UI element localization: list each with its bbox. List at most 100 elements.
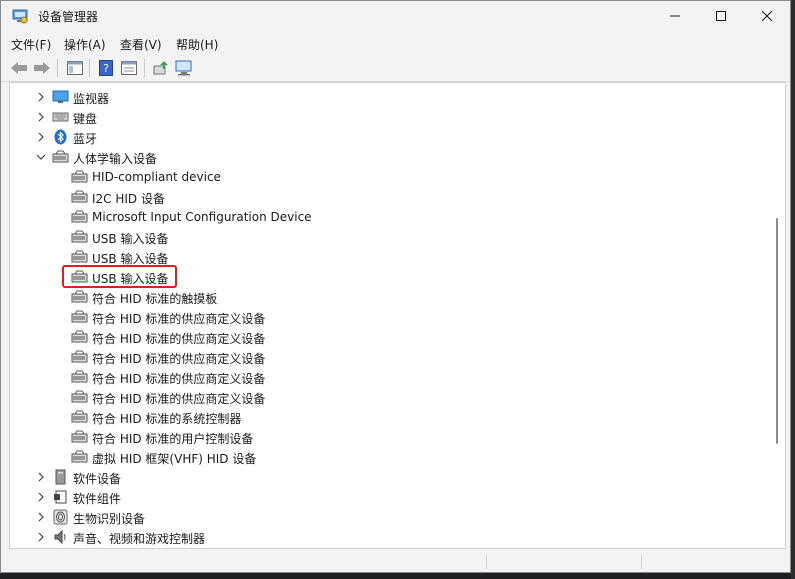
tree-device-item[interactable]: 符合 HID 标准的系统控制器 xyxy=(10,407,770,427)
tree-item-label: 虚拟 HID 框架(VHF) HID 设备 xyxy=(92,452,257,466)
software-device-icon xyxy=(55,469,66,485)
hid-icon xyxy=(71,170,88,183)
menu-bar: 文件(F) 操作(A) 查看(V) 帮助(H) xyxy=(1,31,790,55)
window-title: 设备管理器 xyxy=(38,10,99,24)
scan-hardware-button[interactable] xyxy=(174,58,194,78)
hid-icon xyxy=(52,150,69,163)
title-bar[interactable]: 设备管理器 xyxy=(1,1,790,31)
tree-item-label: 软件组件 xyxy=(73,492,122,506)
tree-category-keyboards[interactable]: 键盘 xyxy=(10,107,770,127)
status-divider xyxy=(641,555,642,569)
tree-category-sound-video-game[interactable]: 声音、视频和游戏控制器 xyxy=(10,527,770,547)
menu-view[interactable]: 查看(V) xyxy=(120,36,162,53)
toolbar-separator xyxy=(89,59,90,77)
forward-arrow-icon xyxy=(34,62,50,74)
chevron-right-icon[interactable] xyxy=(36,132,46,142)
vertical-scrollbar-thumb[interactable] xyxy=(776,218,778,444)
monitor-icon xyxy=(52,90,69,103)
hid-icon xyxy=(71,310,88,323)
help-button[interactable]: ? xyxy=(96,58,116,78)
tree-category-monitors[interactable]: 监视器 xyxy=(10,87,770,107)
menu-action[interactable]: 操作(A) xyxy=(64,36,106,53)
tree-device-item[interactable]: USB 输入设备 xyxy=(10,227,770,247)
tree-item-label: 键盘 xyxy=(73,112,98,126)
software-component-icon xyxy=(54,490,67,504)
tree-item-label: 监视器 xyxy=(73,92,110,106)
chevron-right-icon[interactable] xyxy=(36,92,46,102)
chevron-right-icon[interactable] xyxy=(36,532,46,542)
tree-device-item[interactable]: USB 输入设备 xyxy=(10,247,770,267)
update-driver-button[interactable] xyxy=(151,58,171,78)
tree-device-item[interactable]: 虚拟 HID 框架(VHF) HID 设备 xyxy=(10,447,770,467)
tree-device-item[interactable]: I2C HID 设备 xyxy=(10,187,770,207)
properties-icon xyxy=(121,61,137,75)
minimize-icon xyxy=(670,15,680,17)
tree-device-item[interactable]: Microsoft Input Configuration Device xyxy=(10,207,770,227)
chevron-right-icon[interactable] xyxy=(36,512,46,522)
red-highlight-box xyxy=(62,265,177,288)
tree-item-label: 符合 HID 标准的用户控制设备 xyxy=(92,432,254,446)
desktop-background xyxy=(0,573,795,579)
tree-item-label: 声音、视频和游戏控制器 xyxy=(73,532,206,546)
bluetooth-icon xyxy=(54,129,67,145)
tree-item-label: 软件设备 xyxy=(73,472,122,486)
biometric-icon xyxy=(53,509,68,525)
tree-device-item[interactable]: 符合 HID 标准的供应商定义设备 xyxy=(10,307,770,327)
tree-device-item[interactable]: 符合 HID 标准的供应商定义设备 xyxy=(10,347,770,367)
tree-category-software-components[interactable]: 软件组件 xyxy=(10,487,770,507)
tree-device-item[interactable]: 符合 HID 标准的供应商定义设备 xyxy=(10,387,770,407)
tree-item-label: 符合 HID 标准的供应商定义设备 xyxy=(92,332,266,346)
back-button[interactable] xyxy=(9,58,29,78)
tree-category-bluetooth[interactable]: 蓝牙 xyxy=(10,127,770,147)
hid-icon xyxy=(71,210,88,223)
tree-item-label: Microsoft Input Configuration Device xyxy=(92,210,312,224)
device-manager-window: 设备管理器 文件(F) 操作(A) 查看(V) 帮助(H) ? 监视器 键盘 蓝… xyxy=(0,0,791,573)
tree-category-hid[interactable]: 人体学输入设备 xyxy=(10,147,770,167)
chevron-right-icon[interactable] xyxy=(36,112,46,122)
hid-icon xyxy=(71,430,88,443)
hid-icon xyxy=(71,190,88,203)
keyboard-icon xyxy=(52,112,69,122)
show-hide-console-tree-button[interactable] xyxy=(65,58,85,78)
tree-device-item[interactable]: HID-compliant device xyxy=(10,167,770,187)
tree-item-label: USB 输入设备 xyxy=(92,232,169,246)
hid-icon xyxy=(71,250,88,263)
tree-device-item[interactable]: 符合 HID 标准的供应商定义设备 xyxy=(10,327,770,347)
chevron-right-icon[interactable] xyxy=(36,472,46,482)
back-arrow-icon xyxy=(11,62,27,74)
tree-category-software-devices[interactable]: 软件设备 xyxy=(10,467,770,487)
tree-item-label: 符合 HID 标准的系统控制器 xyxy=(92,412,242,426)
tree-device-item[interactable]: 符合 HID 标准的触摸板 xyxy=(10,287,770,307)
tree-item-label: 符合 HID 标准的供应商定义设备 xyxy=(92,352,266,366)
maximize-button[interactable] xyxy=(698,1,744,31)
menu-help[interactable]: 帮助(H) xyxy=(176,36,218,53)
hid-icon xyxy=(71,330,88,343)
forward-button[interactable] xyxy=(32,58,52,78)
close-button[interactable] xyxy=(744,1,790,31)
tree-category-biometric[interactable]: 生物识别设备 xyxy=(10,507,770,527)
properties-button[interactable] xyxy=(119,58,139,78)
hid-icon xyxy=(71,230,88,243)
minimize-button[interactable] xyxy=(652,1,698,31)
tree-device-item[interactable]: 符合 HID 标准的供应商定义设备 xyxy=(10,367,770,387)
menu-file[interactable]: 文件(F) xyxy=(11,36,51,53)
hid-icon xyxy=(71,450,88,463)
chevron-down-icon[interactable] xyxy=(36,152,46,162)
update-driver-icon xyxy=(153,61,168,75)
tree-item-label: HID-compliant device xyxy=(92,170,221,184)
hid-icon xyxy=(71,410,88,423)
device-tree[interactable]: 监视器 键盘 蓝牙 人体学输入设备 HID-compliant device I xyxy=(9,82,786,549)
status-divider xyxy=(486,555,487,569)
hid-icon xyxy=(71,350,88,363)
hid-icon xyxy=(71,370,88,383)
close-icon xyxy=(762,11,772,21)
chevron-right-icon[interactable] xyxy=(36,492,46,502)
console-tree-icon xyxy=(67,61,83,75)
tree-item-label: 人体学输入设备 xyxy=(73,152,158,166)
desktop-background-edge xyxy=(791,0,795,579)
tree-item-label: 生物识别设备 xyxy=(73,512,146,526)
tree-device-item[interactable]: 符合 HID 标准的用户控制设备 xyxy=(10,427,770,447)
status-bar xyxy=(1,551,790,572)
tree-item-label: 蓝牙 xyxy=(73,132,98,146)
tree-item-label: 符合 HID 标准的供应商定义设备 xyxy=(92,312,266,326)
